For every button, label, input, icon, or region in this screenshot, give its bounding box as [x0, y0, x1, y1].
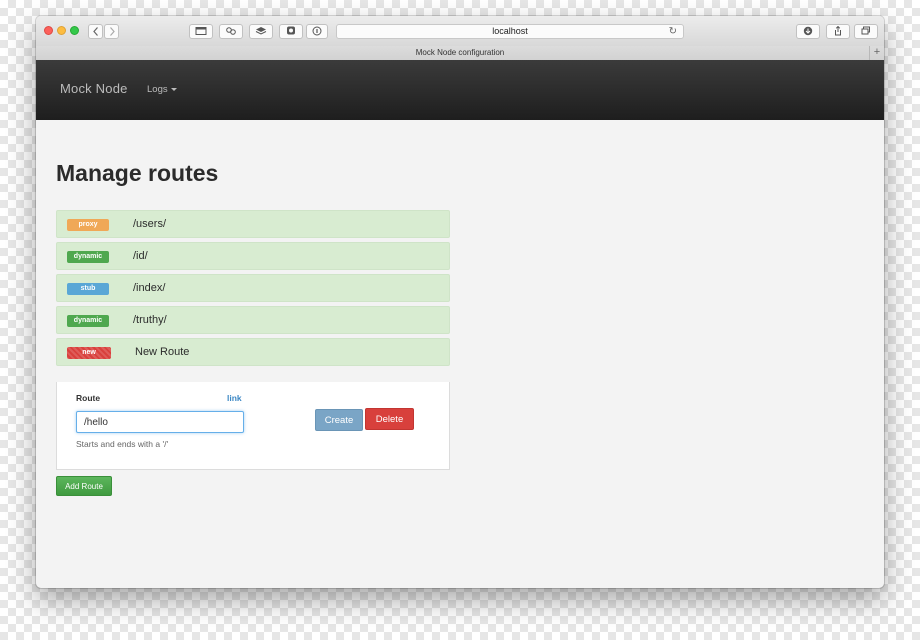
info-icon [312, 26, 322, 36]
route-path: /index/ [133, 282, 166, 294]
info-button[interactable] [306, 24, 328, 39]
zoom-window-icon[interactable] [70, 26, 79, 35]
route-type-badge: stub [67, 283, 109, 295]
tab-bar: Mock Node configuration + [36, 46, 884, 61]
sidebar-icon [195, 27, 207, 35]
route-path: /id/ [133, 250, 148, 262]
chevron-right-icon [109, 27, 115, 36]
page-title: Manage routes [56, 160, 219, 186]
route-editor-panel: Route link Starts and ends with a '/' Cr… [56, 382, 450, 470]
browser-toolbar: localhost ↻ [36, 16, 884, 47]
layers-button[interactable] [249, 24, 273, 39]
close-window-icon[interactable] [44, 26, 53, 35]
route-row[interactable]: proxy /users/ [56, 210, 450, 238]
tab-title[interactable]: Mock Node configuration [416, 48, 505, 57]
link-icon [226, 27, 236, 35]
downloads-button[interactable] [796, 24, 820, 39]
sidebar-button[interactable] [189, 24, 213, 39]
route-row[interactable]: dynamic /id/ [56, 242, 450, 270]
link-toggle[interactable]: link [227, 393, 242, 403]
route-row[interactable]: stub /index/ [56, 274, 450, 302]
url-text: localhost [492, 26, 528, 36]
add-route-button[interactable]: Add Route [56, 476, 112, 496]
address-bar[interactable]: localhost ↻ [336, 24, 684, 39]
links-button[interactable] [219, 24, 243, 39]
route-type-badge: proxy [67, 219, 109, 231]
route-input[interactable] [76, 411, 244, 433]
route-field-label: Route [76, 393, 101, 403]
record-icon [287, 26, 295, 35]
download-icon [803, 26, 813, 36]
route-path: /users/ [133, 218, 167, 230]
route-type-badge: dynamic [67, 251, 109, 263]
brand-link[interactable]: Mock Node [60, 81, 128, 96]
route-help-text: Starts and ends with a '/' [76, 439, 169, 449]
browser-window: localhost ↻ Mock Node configuration + Mo… [36, 16, 884, 588]
chevron-left-icon [92, 27, 98, 36]
route-type-badge: new [67, 347, 111, 359]
route-path: /truthy/ [133, 314, 167, 326]
app-navbar: Mock Node Logs [36, 60, 884, 120]
logs-dropdown[interactable]: Logs [147, 84, 177, 95]
new-tab-icon[interactable]: + [869, 46, 884, 60]
minimize-window-icon[interactable] [57, 26, 66, 35]
record-button[interactable] [279, 24, 303, 39]
main-content: Manage routes proxy /users/ dynamic /id/… [36, 120, 884, 588]
back-button[interactable] [88, 24, 103, 39]
caret-down-icon [170, 87, 177, 91]
route-type-badge: dynamic [67, 315, 109, 327]
layers-icon [255, 27, 267, 35]
create-button[interactable]: Create [315, 409, 363, 431]
route-path: New Route [135, 346, 190, 358]
logs-label: Logs [147, 84, 168, 95]
tabs-icon [861, 26, 870, 35]
reload-icon[interactable]: ↻ [669, 25, 677, 38]
share-button[interactable] [826, 24, 850, 39]
forward-button[interactable] [104, 24, 119, 39]
tabs-overview-button[interactable] [854, 24, 878, 39]
delete-button[interactable]: Delete [365, 408, 414, 430]
route-row[interactable]: dynamic /truthy/ [56, 306, 450, 334]
share-icon [835, 26, 841, 36]
route-row-new[interactable]: new New Route [56, 338, 450, 366]
